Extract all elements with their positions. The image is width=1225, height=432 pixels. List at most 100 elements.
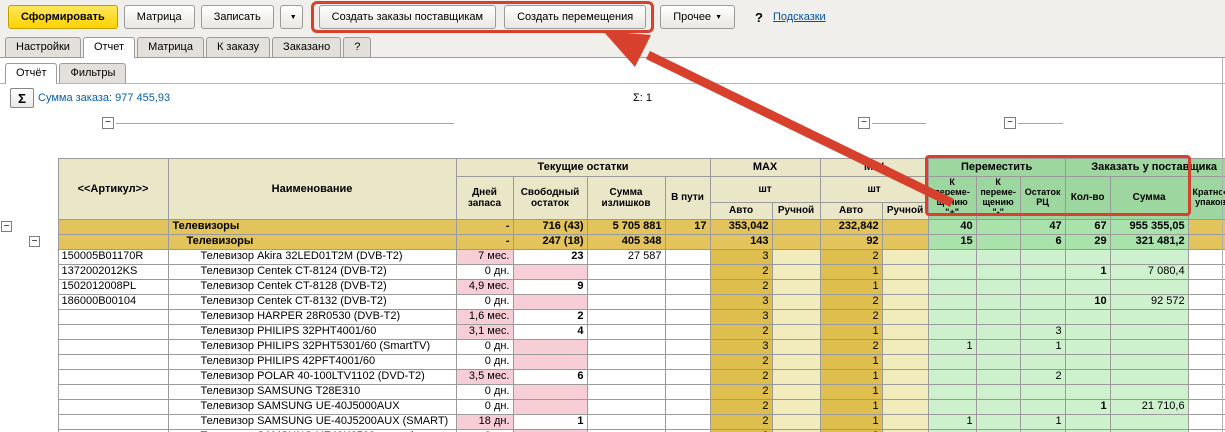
header-current-stock[interactable]: Текущие остатки [455, 158, 711, 177]
header-move[interactable]: Переместить [927, 158, 1066, 177]
cell-maxManual[interactable] [771, 398, 821, 415]
cell-minAuto[interactable]: 1 [819, 323, 883, 340]
cell-moveMinus[interactable] [975, 308, 1021, 325]
cell-mult[interactable] [1187, 308, 1225, 325]
cell-maxAuto[interactable]: 3 [709, 293, 773, 310]
cell-article[interactable] [57, 233, 169, 250]
generate-button[interactable]: Сформировать [8, 5, 118, 29]
cell-article[interactable]: 1502012008PL [57, 278, 169, 295]
cell-surplus[interactable] [586, 398, 666, 415]
cell-sum[interactable] [1109, 248, 1189, 265]
cell-sum[interactable]: 321 481,2 [1109, 233, 1189, 250]
more-button[interactable]: Прочее ▼ [660, 5, 735, 29]
cell-minManual[interactable] [881, 368, 929, 385]
cell-moveMinus[interactable] [975, 398, 1021, 415]
cell-mult[interactable] [1187, 278, 1225, 295]
cell-transit[interactable] [664, 338, 711, 355]
header-rc-stock[interactable]: Остаток РЦ [1019, 176, 1066, 220]
cell-moveMinus[interactable] [975, 383, 1021, 400]
cell-rcStock[interactable]: 1 [1019, 338, 1066, 355]
cell-mult[interactable] [1187, 218, 1225, 235]
header-max[interactable]: MAX [709, 158, 821, 177]
cell-qty[interactable]: 1 [1064, 263, 1111, 280]
cell-days[interactable]: 0 дн. [455, 353, 514, 370]
cell-minAuto[interactable]: 92 [819, 233, 883, 250]
cell-movePlus[interactable]: 40 [927, 218, 977, 235]
cell-article[interactable] [57, 353, 169, 370]
cell-maxAuto[interactable]: 2 [709, 323, 773, 340]
tab-nastroyki[interactable]: Настройки [5, 37, 81, 57]
cell-article[interactable] [57, 323, 169, 340]
header-move-plus[interactable]: К переме-щению "+" [927, 176, 977, 220]
cell-article[interactable] [57, 413, 169, 430]
cell-sum[interactable] [1109, 278, 1189, 295]
cell-free[interactable] [512, 338, 588, 355]
cell-mult[interactable] [1187, 413, 1225, 430]
cell-rcStock[interactable] [1019, 383, 1066, 400]
cell-name[interactable]: Телевизоры [167, 233, 457, 250]
cell-article[interactable]: 1372002012KS [57, 263, 169, 280]
cell-article[interactable] [57, 398, 169, 415]
cell-sum[interactable] [1109, 368, 1189, 385]
cell-minManual[interactable] [881, 398, 929, 415]
cell-qty[interactable] [1064, 383, 1111, 400]
cell-surplus[interactable] [586, 368, 666, 385]
cell-days[interactable]: 3,1 мес. [455, 323, 514, 340]
cell-maxAuto[interactable]: 3 [709, 248, 773, 265]
cell-maxManual[interactable] [771, 368, 821, 385]
cell-movePlus[interactable] [927, 308, 977, 325]
cell-surplus[interactable]: 5 705 881 [586, 218, 666, 235]
cell-surplus[interactable] [586, 383, 666, 400]
column-collapse-toggle[interactable]: − [102, 117, 114, 129]
cell-maxManual[interactable] [771, 263, 821, 280]
cell-minAuto[interactable]: 1 [819, 278, 883, 295]
header-name[interactable]: Наименование [167, 158, 457, 220]
cell-surplus[interactable] [586, 308, 666, 325]
cell-article[interactable] [57, 383, 169, 400]
cell-minManual[interactable] [881, 233, 929, 250]
cell-mult[interactable] [1187, 263, 1225, 280]
cell-minManual[interactable] [881, 308, 929, 325]
cell-name[interactable]: Телевизор Akira 32LED01T2M (DVB-T2) [167, 248, 457, 265]
cell-moveMinus[interactable] [975, 353, 1021, 370]
cell-moveMinus[interactable] [975, 233, 1021, 250]
cell-maxManual[interactable] [771, 323, 821, 340]
cell-maxManual[interactable] [771, 353, 821, 370]
cell-moveMinus[interactable] [975, 218, 1021, 235]
cell-qty[interactable]: 10 [1064, 293, 1111, 310]
row-collapse-toggle[interactable]: − [1, 221, 12, 233]
column-collapse-toggle[interactable]: − [1004, 117, 1016, 129]
header-days[interactable]: Дней запаса [455, 176, 514, 220]
cell-days[interactable]: 4,9 мес. [455, 278, 514, 295]
cell-maxManual[interactable] [771, 248, 821, 265]
cell-days[interactable]: 1,6 мес. [455, 308, 514, 325]
cell-maxAuto[interactable]: 2 [709, 353, 773, 370]
cell-qty[interactable] [1064, 323, 1111, 340]
cell-moveMinus[interactable] [975, 413, 1021, 430]
cell-sum[interactable] [1109, 413, 1189, 430]
cell-maxAuto[interactable]: 2 [709, 263, 773, 280]
cell-transit[interactable] [664, 383, 711, 400]
inner-tab-filtry[interactable]: Фильтры [59, 63, 127, 83]
cell-qty[interactable] [1064, 338, 1111, 355]
tab-k-zakazu[interactable]: К заказу [205, 37, 271, 57]
cell-name[interactable]: Телевизор SAMSUNG T28E310 [167, 383, 457, 400]
cell-mult[interactable] [1187, 368, 1225, 385]
cell-movePlus[interactable]: 1 [927, 413, 977, 430]
cell-rcStock[interactable]: 3 [1019, 323, 1066, 340]
cell-minManual[interactable] [881, 413, 929, 430]
cell-free[interactable] [512, 398, 588, 415]
cell-rcStock[interactable] [1019, 248, 1066, 265]
cell-minManual[interactable] [881, 353, 929, 370]
cell-transit[interactable] [664, 413, 711, 430]
cell-transit[interactable] [664, 233, 711, 250]
cell-maxManual[interactable] [771, 278, 821, 295]
cell-movePlus[interactable] [927, 398, 977, 415]
cell-rcStock[interactable] [1019, 293, 1066, 310]
header-qty[interactable]: Кол-во [1064, 176, 1111, 220]
cell-name[interactable]: Телевизор Centek CT-8128 (DVB-T2) [167, 278, 457, 295]
cell-movePlus[interactable]: 15 [927, 233, 977, 250]
cell-days[interactable]: 7 мес. [455, 248, 514, 265]
cell-minAuto[interactable]: 1 [819, 383, 883, 400]
cell-maxManual[interactable] [771, 293, 821, 310]
